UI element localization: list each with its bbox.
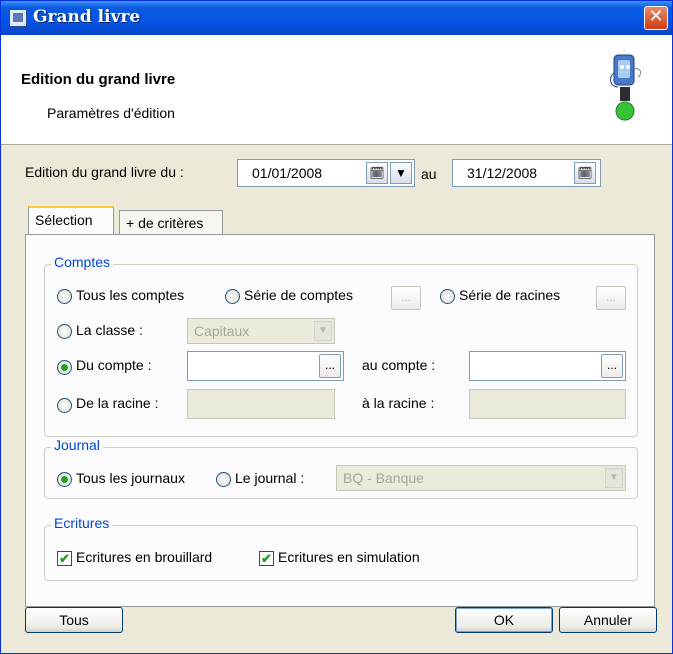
- journal-select-value: BQ - Banque: [343, 470, 424, 486]
- close-button[interactable]: ✕: [644, 6, 668, 30]
- checkbox-simulation-entries[interactable]: ✔: [259, 551, 274, 566]
- ok-button[interactable]: OK: [455, 607, 553, 633]
- tab-selection[interactable]: Sélection: [28, 206, 114, 234]
- date-range-label: Edition du grand livre du :: [25, 164, 184, 180]
- window-title: Grand livre: [33, 7, 141, 27]
- header-subtitle: Paramètres d'édition: [47, 105, 175, 121]
- from-root-input[interactable]: [187, 389, 335, 419]
- app-icon: [9, 9, 27, 27]
- from-account-input[interactable]: ...: [187, 351, 344, 381]
- journal-legend: Journal: [51, 437, 103, 453]
- radio-root-series-label: Série de racines: [459, 287, 561, 303]
- radio-class-label: La classe :: [76, 322, 143, 338]
- to-account-label: au compte :: [362, 357, 436, 373]
- to-account-input[interactable]: ...: [469, 351, 626, 381]
- radio-from-root-label: De la racine :: [76, 395, 159, 411]
- chevron-down-icon: ▼: [314, 321, 332, 341]
- cancel-button[interactable]: Annuler: [559, 607, 657, 633]
- checkbox-draft-entries-label: Ecritures en brouillard: [76, 549, 213, 565]
- dialog-header: Edition du grand livre Paramètres d'édit…: [1, 35, 672, 145]
- calendar-icon[interactable]: 🗓: [574, 162, 596, 184]
- header-title: Edition du grand livre: [21, 71, 176, 88]
- radio-from-account[interactable]: [57, 360, 72, 375]
- tab-more-criteria[interactable]: + de critères: [119, 210, 223, 234]
- radio-all-journals-label: Tous les journaux: [76, 470, 185, 486]
- radio-all-accounts[interactable]: [57, 289, 72, 304]
- to-root-input[interactable]: [469, 389, 626, 419]
- radio-all-accounts-label: Tous les comptes: [76, 287, 185, 303]
- radio-account-series[interactable]: [225, 289, 240, 304]
- checkbox-simulation-entries-label: Ecritures en simulation: [278, 549, 420, 565]
- chevron-down-icon[interactable]: ▼: [390, 162, 412, 184]
- radio-root-series[interactable]: [440, 289, 455, 304]
- radio-account-series-label: Série de comptes: [244, 287, 353, 303]
- to-root-label: à la racine :: [362, 395, 435, 411]
- date-from-value: 01/01/2008: [252, 165, 323, 181]
- journal-select[interactable]: BQ - Banque ▼: [336, 465, 626, 491]
- title-bar[interactable]: Grand livre ✕: [1, 1, 672, 35]
- radio-all-journals[interactable]: [57, 472, 72, 487]
- assistant-mascot-icon: [610, 54, 642, 121]
- all-button[interactable]: Tous: [25, 607, 123, 633]
- radio-from-account-label: Du compte :: [76, 357, 152, 373]
- from-account-browse-button[interactable]: ...: [319, 354, 341, 378]
- class-select-value: Capitaux: [194, 323, 250, 339]
- checkbox-draft-entries[interactable]: ✔: [57, 551, 72, 566]
- grand-livre-dialog: Grand livre ✕ Edition du grand livre Par…: [0, 0, 673, 654]
- radio-one-journal-label: Le journal :: [235, 470, 305, 486]
- date-to-field[interactable]: 31/12/2008 🗓: [452, 159, 601, 187]
- account-series-browse-button[interactable]: ...: [391, 286, 421, 310]
- root-series-browse-button[interactable]: ...: [596, 286, 626, 310]
- date-from-field[interactable]: 01/01/2008 🗓 ▼: [237, 159, 415, 187]
- chevron-down-icon: ▼: [605, 468, 623, 488]
- to-account-browse-button[interactable]: ...: [601, 354, 623, 378]
- date-to-value: 31/12/2008: [467, 165, 538, 181]
- radio-from-root[interactable]: [57, 398, 72, 413]
- ecritures-legend: Ecritures: [51, 515, 113, 531]
- radio-class[interactable]: [57, 324, 72, 339]
- class-select[interactable]: Capitaux ▼: [187, 318, 335, 344]
- date-to-label: au: [421, 166, 437, 182]
- calendar-icon[interactable]: 🗓: [366, 162, 388, 184]
- comptes-legend: Comptes: [51, 254, 114, 270]
- tab-panel-selection: Comptes Tous les comptes Série de compte…: [25, 234, 655, 607]
- radio-one-journal[interactable]: [216, 472, 231, 487]
